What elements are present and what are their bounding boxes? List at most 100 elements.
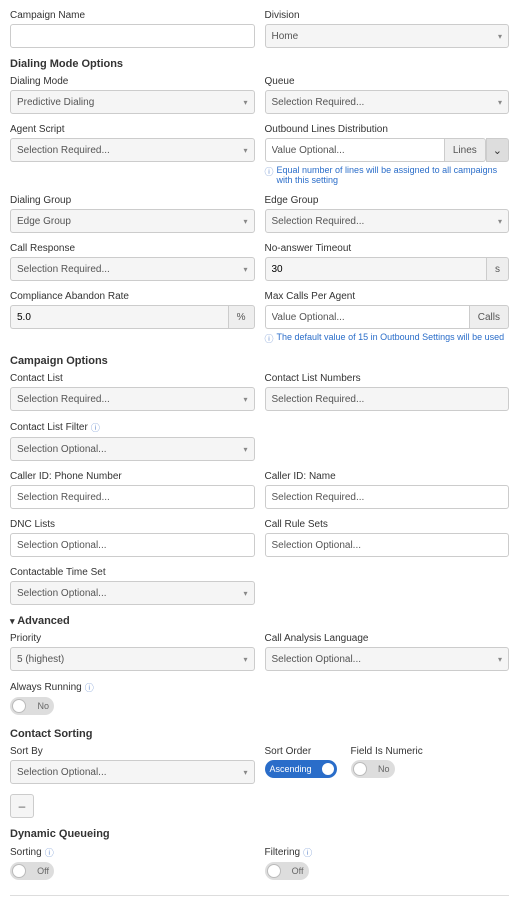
max-calls-label: Max Calls Per Agent [265, 291, 510, 302]
contact-list-numbers-value: Selection Required... [272, 394, 365, 405]
info-icon: ⓘ [45, 846, 54, 859]
sort-order-label: Sort Order [265, 746, 337, 757]
contact-list-numbers-select[interactable]: Selection Required... [265, 387, 510, 411]
priority-value: 5 (highest) [17, 654, 64, 665]
toggle-label: Off [292, 866, 304, 876]
always-running-label: Always Running ⓘ [10, 681, 255, 694]
campaign-name-label: Campaign Name [10, 10, 255, 21]
contactable-time-select[interactable]: Selection Optional... ▾ [10, 581, 255, 605]
outbound-lines-suffix: Lines [444, 138, 486, 162]
divider [10, 895, 509, 896]
dialing-group-select[interactable]: Edge Group ▾ [10, 209, 255, 233]
edge-group-label: Edge Group [265, 195, 510, 206]
outbound-lines-label: Outbound Lines Distribution [265, 124, 510, 135]
dialing-mode-value: Predictive Dialing [17, 97, 94, 108]
call-analysis-select[interactable]: Selection Optional... ▾ [265, 647, 510, 671]
contact-list-value: Selection Required... [17, 394, 110, 405]
chevron-down-icon: ▾ [498, 217, 502, 226]
queue-label: Queue [265, 76, 510, 87]
no-answer-label: No-answer Timeout [265, 243, 510, 254]
field-numeric-toggle[interactable]: No [351, 760, 395, 778]
caller-id-number-input[interactable]: Selection Required... [10, 485, 255, 509]
always-running-toggle[interactable]: No [10, 697, 54, 715]
agent-script-label: Agent Script [10, 124, 255, 135]
toggle-label: No [378, 764, 390, 774]
chevron-down-icon: ▾ [243, 445, 247, 454]
sort-by-select[interactable]: Selection Optional... ▾ [10, 760, 255, 784]
dialing-mode-label: Dialing Mode [10, 76, 255, 87]
division-select[interactable]: Home ▾ [265, 24, 510, 48]
info-icon: ⓘ [85, 681, 94, 694]
caller-id-number-label: Caller ID: Phone Number [10, 471, 255, 482]
call-analysis-label: Call Analysis Language [265, 633, 510, 644]
contactable-time-label: Contactable Time Set [10, 567, 255, 578]
chevron-down-icon: ▾ [498, 655, 502, 664]
info-icon: ⓘ [91, 421, 100, 434]
chevron-down-icon: ▾ [243, 589, 247, 598]
contact-list-numbers-label: Contact List Numbers [265, 373, 510, 384]
campaign-name-input[interactable] [10, 24, 255, 48]
sort-by-value: Selection Optional... [17, 767, 107, 778]
campaign-options-section-title: Campaign Options [10, 355, 509, 367]
contact-list-label: Contact List [10, 373, 255, 384]
edge-group-select[interactable]: Selection Required... ▾ [265, 209, 510, 233]
sort-by-label: Sort By [10, 746, 255, 757]
chevron-down-icon: ▾ [243, 265, 247, 274]
outbound-lines-value: Value Optional... [272, 145, 345, 156]
edge-group-value: Selection Required... [272, 216, 365, 227]
division-label: Division [265, 10, 510, 21]
dnc-lists-value: Selection Optional... [17, 540, 107, 551]
call-rule-sets-select[interactable]: Selection Optional... [265, 533, 510, 557]
queue-value: Selection Required... [272, 97, 365, 108]
chevron-down-icon: ⌄ [493, 144, 502, 157]
outbound-lines-input[interactable]: Value Optional... [265, 138, 444, 162]
caller-id-name-value: Selection Required... [272, 492, 365, 503]
info-icon: ⓘ [303, 846, 312, 859]
contact-list-filter-value: Selection Optional... [17, 444, 107, 455]
contactable-time-value: Selection Optional... [17, 588, 107, 599]
chevron-down-icon: ▾ [243, 768, 247, 777]
info-icon: ⓘ [265, 332, 274, 345]
caller-id-number-value: Selection Required... [17, 492, 110, 503]
field-numeric-label: Field Is Numeric [351, 746, 423, 757]
agent-script-value: Selection Required... [17, 145, 110, 156]
chevron-down-icon: ▾ [243, 655, 247, 664]
sort-order-toggle[interactable]: Ascending [265, 760, 337, 778]
max-calls-input[interactable]: Value Optional... [265, 305, 469, 329]
caller-id-name-input[interactable]: Selection Required... [265, 485, 510, 509]
contact-list-select[interactable]: Selection Required... ▾ [10, 387, 255, 411]
no-answer-input[interactable] [265, 257, 487, 281]
contact-sorting-section-title: Contact Sorting [10, 728, 509, 740]
call-rule-sets-value: Selection Optional... [272, 540, 362, 551]
toggle-knob [353, 762, 367, 776]
queue-select[interactable]: Selection Required... ▾ [265, 90, 510, 114]
max-calls-suffix: Calls [469, 305, 509, 329]
sorting-label: Sorting ⓘ [10, 846, 255, 859]
chevron-down-icon: ▾ [243, 395, 247, 404]
call-response-select[interactable]: Selection Required... ▾ [10, 257, 255, 281]
dnc-lists-select[interactable]: Selection Optional... [10, 533, 255, 557]
max-calls-help: ⓘ The default value of 15 in Outbound Se… [265, 332, 510, 345]
contact-list-filter-select[interactable]: Selection Optional... ▾ [10, 437, 255, 461]
priority-select[interactable]: 5 (highest) ▾ [10, 647, 255, 671]
dialing-group-value: Edge Group [17, 216, 71, 227]
dialing-mode-select[interactable]: Predictive Dialing ▾ [10, 90, 255, 114]
advanced-section-toggle[interactable]: ▾ Advanced [10, 615, 509, 627]
division-value: Home [272, 31, 299, 42]
agent-script-select[interactable]: Selection Required... ▾ [10, 138, 255, 162]
sorting-toggle[interactable]: Off [10, 862, 54, 880]
call-analysis-value: Selection Optional... [272, 654, 362, 665]
abandon-rate-input[interactable] [10, 305, 228, 329]
chevron-down-icon: ▾ [243, 146, 247, 155]
filtering-label: Filtering ⓘ [265, 846, 510, 859]
info-icon: ⓘ [265, 165, 274, 178]
dialing-group-label: Dialing Group [10, 195, 255, 206]
abandon-rate-label: Compliance Abandon Rate [10, 291, 255, 302]
filtering-toggle[interactable]: Off [265, 862, 309, 880]
outbound-lines-dropdown-button[interactable]: ⌄ [486, 138, 509, 162]
call-rule-sets-label: Call Rule Sets [265, 519, 510, 530]
chevron-down-icon: ▾ [498, 98, 502, 107]
remove-sort-button[interactable]: – [10, 794, 34, 818]
outbound-lines-help: ⓘ Equal number of lines will be assigned… [265, 165, 510, 185]
toggle-knob [267, 864, 281, 878]
